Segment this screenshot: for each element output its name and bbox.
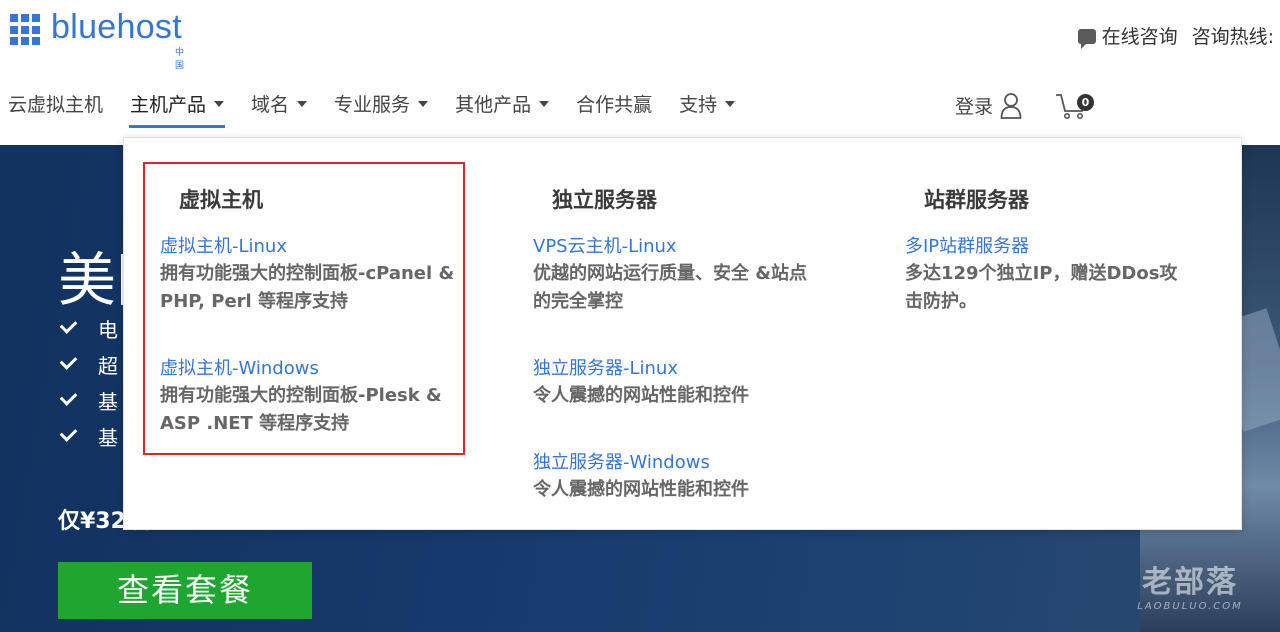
nav-label: 云虚拟主机 [8, 94, 104, 116]
menu-entry-vps-linux: VPS云主机-Linux 优越的网站运行质量、安全 &站点的完全掌控 [533, 232, 823, 316]
bluehost-logo[interactable]: bluehost 中国 [10, 8, 190, 71]
caret-down-icon [297, 101, 308, 107]
caret-down-icon [539, 101, 550, 107]
vps-linux-link[interactable]: VPS云主机-Linux [533, 232, 823, 258]
watermark-en: LAOBULUO.COM [1137, 601, 1243, 612]
logo-grid-icon [10, 14, 42, 46]
cart-button[interactable]: 0 [1055, 92, 1097, 120]
feature-item: 基 [58, 382, 118, 418]
caret-down-icon [214, 101, 225, 107]
feature-item: 超 [58, 346, 118, 382]
watermark: 老部落 LAOBULUO.COM [1115, 557, 1265, 612]
entry-description: 令人震撼的网站性能和控件 [533, 479, 749, 500]
dedicated-windows-link[interactable]: 独立服务器-Windows [533, 448, 833, 474]
login-link[interactable]: 登录 [955, 92, 1022, 119]
checkmark-icon [59, 388, 78, 406]
hotline-label: 咨询热线: [1191, 26, 1274, 48]
checkmark-icon [59, 352, 78, 370]
login-label: 登录 [955, 96, 994, 118]
menu-entry-multi-ip: 多IP站群服务器 多达129个独立IP，赠送DDos攻击防护。 [905, 232, 1195, 316]
chat-bubble-icon [1077, 29, 1096, 49]
entry-description: 多达129个独立IP，赠送DDos攻击防护。 [905, 263, 1178, 312]
nav-item-partnership[interactable]: 合作共赢 [576, 90, 652, 130]
feature-item: 电 [58, 310, 118, 346]
nav-item-support[interactable]: 支持 [679, 90, 736, 130]
watermark-cn: 老部落 [1142, 565, 1238, 600]
column-heading-dedicated-servers: 独立服务器 [552, 188, 657, 212]
logo-subtitle: 中国 [175, 48, 185, 71]
cart-count-badge: 0 [1077, 94, 1094, 111]
feature-text: 基 [98, 425, 118, 450]
site-header: bluehost 中国 在线咨询 咨询热线: 云虚拟主机 主机产品 域名 专业服… [0, 0, 1280, 145]
hero-feature-list: 电 超 基 基 [58, 310, 118, 454]
nav-item-pro-services[interactable]: 专业服务 [334, 90, 429, 130]
entry-description: 令人震撼的网站性能和控件 [533, 385, 749, 406]
column-heading-cluster-servers: 站群服务器 [924, 188, 1029, 212]
caret-down-icon [418, 101, 429, 107]
feature-text: 电 [98, 317, 118, 342]
entry-description: 优越的网站运行质量、安全 &站点的完全掌控 [533, 263, 807, 312]
nav-label: 专业服务 [334, 94, 411, 116]
checkmark-icon [59, 424, 78, 442]
nav-label: 其他产品 [455, 94, 532, 116]
highlight-box [143, 162, 465, 455]
view-plans-button[interactable]: 查看套餐 [58, 562, 312, 619]
multi-ip-cluster-link[interactable]: 多IP站群服务器 [905, 232, 1195, 258]
user-icon [1000, 92, 1022, 119]
top-right-contact: 在线咨询 咨询热线: [1077, 22, 1274, 49]
feature-text: 超 [98, 353, 118, 378]
main-nav: 云虚拟主机 主机产品 域名 专业服务 其他产品 合作共赢 支持 [8, 90, 762, 130]
nav-item-domains[interactable]: 域名 [251, 90, 308, 130]
nav-item-hosting-products[interactable]: 主机产品 [129, 90, 226, 130]
nav-item-cloud-hosting[interactable]: 云虚拟主机 [8, 90, 103, 130]
dedicated-linux-link[interactable]: 独立服务器-Linux [533, 354, 833, 380]
nav-label: 合作共赢 [576, 94, 653, 116]
online-consult-link[interactable]: 在线咨询 [1102, 22, 1178, 49]
caret-down-icon [725, 101, 736, 107]
nav-label: 主机产品 [130, 94, 207, 116]
nav-label: 域名 [251, 94, 290, 116]
checkmark-icon [59, 316, 78, 334]
nav-item-other-products[interactable]: 其他产品 [455, 90, 550, 130]
menu-entry-dedicated-linux: 独立服务器-Linux 令人震撼的网站性能和控件 [533, 354, 833, 410]
feature-text: 基 [98, 389, 118, 414]
menu-entry-dedicated-windows: 独立服务器-Windows 令人震撼的网站性能和控件 [533, 448, 833, 504]
nav-label: 支持 [679, 94, 718, 116]
feature-item: 基 [58, 418, 118, 454]
logo-wordmark: bluehost [51, 8, 182, 46]
